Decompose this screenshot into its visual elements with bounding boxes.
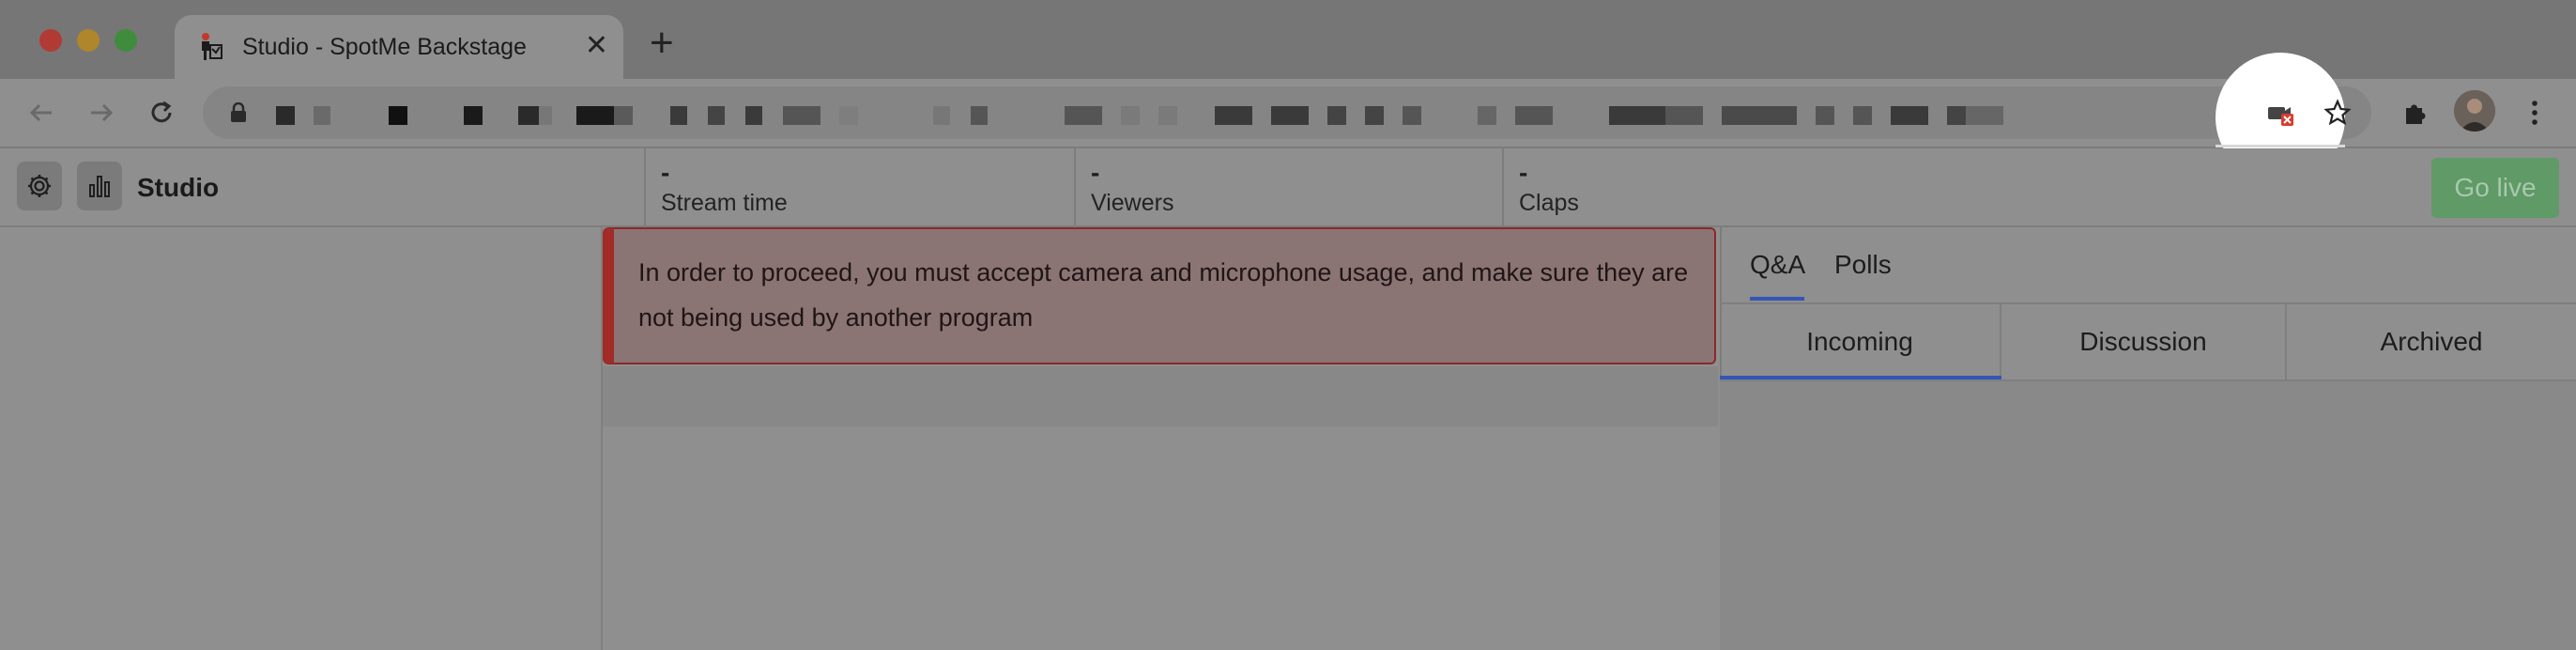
stat-stream-time: - Stream time — [644, 148, 1076, 225]
stat-viewers: - Viewers — [1074, 148, 1504, 225]
stat-label: Viewers — [1091, 190, 1174, 216]
browser-tab-active[interactable]: Studio - SpotMe Backstage ✕ — [175, 15, 623, 79]
bookmark-star-icon[interactable] — [2319, 94, 2356, 132]
new-tab-button[interactable]: + — [650, 23, 674, 64]
back-icon[interactable] — [23, 94, 60, 132]
maximize-window-button[interactable] — [115, 29, 137, 52]
alert-message: In order to proceed, you must accept cam… — [638, 258, 1689, 332]
video-preview-panel — [0, 227, 603, 650]
tab-title: Studio - SpotMe Backstage — [242, 34, 527, 60]
go-live-button[interactable]: Go live — [2431, 158, 2559, 218]
stat-claps: - Claps — [1502, 148, 1879, 225]
page-title: Studio — [137, 173, 220, 202]
close-window-button[interactable] — [39, 29, 62, 52]
stat-value: - — [1091, 158, 1100, 187]
bar-chart-icon — [89, 176, 110, 197]
spotlight-divider — [2216, 145, 2345, 147]
stat-label: Claps — [1519, 190, 1579, 216]
kebab-menu-icon[interactable] — [2516, 94, 2553, 132]
tab-qa[interactable]: Q&A — [1750, 250, 1805, 280]
stat-label: Stream time — [661, 190, 788, 216]
analytics-button[interactable] — [77, 162, 122, 210]
active-tab-indicator — [1750, 297, 1804, 301]
profile-avatar[interactable] — [2454, 90, 2495, 132]
gear-icon — [28, 175, 51, 197]
segment-incoming[interactable]: Incoming — [1720, 304, 2001, 379]
reload-icon[interactable] — [143, 94, 180, 132]
minimize-window-button[interactable] — [77, 29, 100, 52]
forward-icon[interactable] — [83, 94, 120, 132]
lock-icon — [231, 102, 246, 122]
settings-button[interactable] — [17, 162, 62, 210]
permission-alert: In order to proceed, you must accept cam… — [603, 227, 1716, 364]
active-segment-indicator — [1720, 376, 2001, 379]
stat-value: - — [661, 158, 670, 187]
stat-value: - — [1519, 158, 1528, 187]
questions-list — [1720, 381, 2576, 650]
camera-blocked-icon[interactable] — [2262, 96, 2300, 133]
segment-discussion[interactable]: Discussion — [2001, 304, 2287, 379]
tab-polls[interactable]: Polls — [1834, 250, 1892, 280]
address-bar[interactable] — [203, 86, 2371, 139]
tab-close-icon[interactable]: ✕ — [585, 32, 608, 60]
extensions-icon[interactable] — [2396, 94, 2433, 132]
segment-archived[interactable]: Archived — [2287, 304, 2576, 379]
spotme-favicon-icon — [202, 33, 222, 60]
center-toolbar-strip — [603, 366, 1718, 426]
